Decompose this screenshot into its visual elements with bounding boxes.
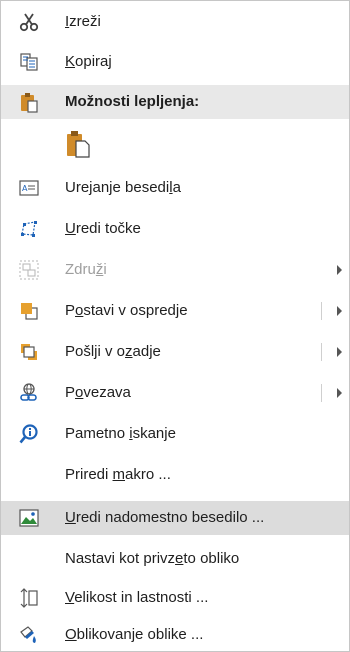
submenu-arrow-icon[interactable] [337,306,342,316]
menu-item-label: Uredi točke [65,220,141,237]
menu-item-label: Pošlji v ozadje [65,343,161,360]
menu-item-label: Nastavi kot privzeto obliko [65,550,240,567]
submenu-arrow-icon [337,265,342,275]
format-shape-icon [18,624,40,646]
menu-item-edit-text[interactable]: A Urejanje besedila [1,171,349,205]
split-separator [321,302,322,320]
paste-options-header: Možnosti lepljenja: [1,85,349,119]
link-icon [18,382,40,404]
menu-item-send-to-back[interactable]: Pošlji v ozadje [1,335,349,369]
paste-option-button[interactable] [61,127,95,161]
menu-item-label: Velikost in lastnosti ... [65,589,209,606]
menu-item-edit-points[interactable]: Uredi točke [1,212,349,246]
menu-item-label: Izreži [65,13,101,30]
send-to-back-icon [18,341,40,363]
menu-item-label: Urejanje besedila [65,179,181,196]
menu-item-bring-to-front[interactable]: Postavi v ospredje [1,294,349,328]
svg-text:A: A [22,184,28,193]
submenu-arrow-icon[interactable] [337,388,342,398]
menu-item-format-shape[interactable]: Oblikovanje oblike ... [1,618,349,652]
edit-points-icon [18,218,40,240]
paste-option-keep-formatting [1,125,349,163]
split-separator [321,343,322,361]
alt-text-icon [18,507,40,529]
menu-item-edit-alt-text[interactable]: Uredi nadomestno besedilo ... [1,501,349,535]
size-position-icon [18,587,40,609]
menu-item-set-default-shape[interactable]: Nastavi kot privzeto obliko [1,542,349,576]
menu-item-label: Oblikovanje oblike ... [65,626,204,643]
bring-to-front-icon [18,300,40,322]
group-icon [18,259,40,281]
menu-item-size-properties[interactable]: Velikost in lastnosti ... [1,581,349,615]
scissors-icon [18,11,40,33]
clipboard-icon [18,91,40,113]
menu-item-copy[interactable]: Kopiraj [1,45,349,79]
menu-item-group[interactable]: Združi [1,253,349,287]
text-box-icon: A [18,177,40,199]
menu-item-assign-macro[interactable]: Priredi makro ... [1,458,349,492]
smart-lookup-icon [18,423,40,445]
menu-item-label: Združi [65,261,107,278]
menu-item-label: Povezava [65,384,131,401]
context-menu: Izreži Kopiraj Možnosti lepljenja: A Ure… [0,0,350,652]
submenu-arrow-icon[interactable] [337,347,342,357]
menu-item-label: Pametno iskanje [65,425,176,442]
menu-item-label: Uredi nadomestno besedilo ... [65,509,265,526]
menu-item-link[interactable]: Povezava [1,376,349,410]
copy-icon [18,51,40,73]
menu-item-smart-lookup[interactable]: Pametno iskanje [1,417,349,451]
menu-item-label: Kopiraj [65,53,112,70]
menu-item-label: Priredi makro ... [65,466,171,483]
split-separator [321,384,322,402]
paste-options-label: Možnosti lepljenja: [65,93,200,110]
menu-item-label: Postavi v ospredje [65,302,188,319]
paste-keep-formatting-icon [65,129,91,163]
menu-item-cut[interactable]: Izreži [1,5,349,39]
